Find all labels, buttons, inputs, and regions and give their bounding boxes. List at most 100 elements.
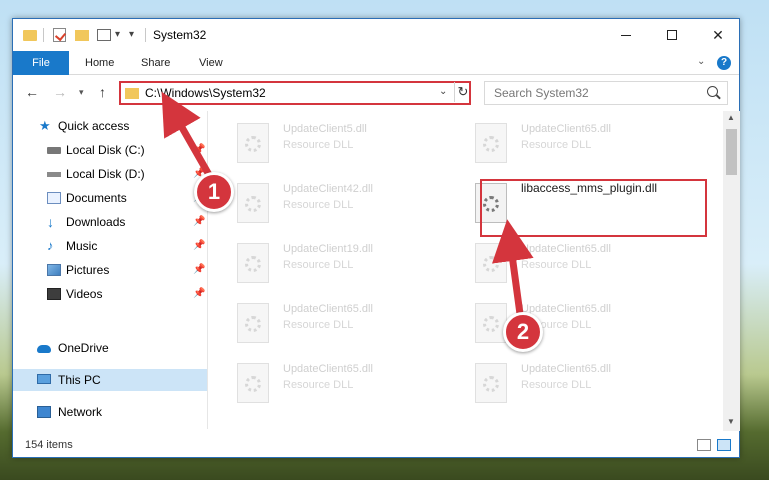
sidebar-item-label: Music	[66, 239, 98, 253]
tab-home[interactable]: Home	[73, 51, 126, 75]
sidebar-item-label: Quick access	[58, 119, 130, 133]
up-arrow-icon[interactable]: ↑	[99, 84, 106, 100]
dll-file-icon	[237, 363, 269, 403]
list-item[interactable]: UpdateClient65.dll Resource DLL	[459, 239, 689, 299]
tiles-view-icon[interactable]	[717, 439, 731, 451]
pin-icon[interactable]: 📌	[193, 235, 205, 257]
search-icon	[707, 86, 718, 97]
disk-icon	[47, 147, 61, 154]
file-name: UpdateClient42.dll	[283, 183, 373, 195]
computer-icon	[37, 374, 51, 384]
gear-icon	[483, 376, 499, 392]
folder-icon	[23, 30, 37, 41]
maximize-button[interactable]	[649, 19, 695, 51]
star-icon: ★	[39, 118, 51, 133]
scroll-up-icon[interactable]: ▲	[727, 113, 735, 122]
customize-toolbar-icon[interactable]: ▾	[129, 29, 134, 40]
explorer-window: ▾ ▾ System32 ✕ File Home Share View ⌄ ? …	[12, 18, 740, 458]
view-options-icon[interactable]	[97, 29, 111, 41]
search-input[interactable]: Search System32	[484, 81, 728, 105]
pin-icon[interactable]: 📌	[193, 259, 205, 281]
back-arrow-icon[interactable]: ←	[25, 84, 39, 100]
gear-icon	[245, 196, 261, 212]
title-bar[interactable]: ▾ ▾ System32 ✕	[13, 19, 739, 51]
list-item[interactable]: UpdateClient65.dll Resource DLL	[459, 299, 689, 359]
gear-icon	[483, 316, 499, 332]
search-placeholder: Search System32	[494, 86, 589, 100]
file-name: UpdateClient19.dll	[283, 243, 373, 255]
sidebar-item-onedrive[interactable]: OneDrive	[13, 337, 207, 359]
dll-file-icon	[237, 303, 269, 343]
scroll-thumb[interactable]	[726, 129, 737, 175]
status-bar: 154 items	[13, 433, 739, 457]
close-icon: ✕	[712, 26, 724, 43]
list-item[interactable]: UpdateClient5.dll Resource DLL	[221, 119, 451, 179]
chevron-down-icon[interactable]: ⌄	[439, 86, 447, 97]
pane-divider	[207, 111, 208, 429]
address-path[interactable]: C:\Windows\System32	[145, 86, 266, 100]
gear-icon	[245, 256, 261, 272]
list-item[interactable]: UpdateClient65.dll Resource DLL	[459, 119, 689, 179]
list-item[interactable]: UpdateClient65.dll Resource DLL	[221, 299, 451, 359]
close-button[interactable]: ✕	[695, 19, 741, 51]
tab-file[interactable]: File	[13, 51, 69, 75]
gear-icon	[245, 376, 261, 392]
help-icon[interactable]: ?	[717, 56, 731, 70]
tab-view[interactable]: View	[187, 51, 235, 75]
file-type: Resource DLL	[283, 319, 354, 331]
sidebar-item-network[interactable]: Network	[13, 401, 207, 423]
minimize-button[interactable]	[603, 19, 649, 51]
pin-icon[interactable]: 📌	[193, 211, 205, 233]
dll-file-icon	[475, 363, 507, 403]
file-type: Resource DLL	[521, 139, 592, 151]
refresh-icon[interactable]: ↻	[454, 82, 471, 102]
sidebar-item-label: Local Disk (D:)	[66, 167, 145, 181]
list-item[interactable]: UpdateClient42.dll Resource DLL	[221, 179, 451, 239]
sidebar-item-local-disk-d[interactable]: Local Disk (D:) 📌	[13, 163, 207, 185]
step-1-badge: 1	[194, 172, 234, 212]
sidebar-item-music[interactable]: ♪ Music 📌	[13, 235, 207, 257]
sidebar-item-downloads[interactable]: ↓ Downloads 📌	[13, 211, 207, 233]
expand-ribbon-icon[interactable]: ⌄	[697, 56, 705, 67]
tab-share[interactable]: Share	[129, 51, 182, 75]
step-2-badge: 2	[503, 312, 543, 352]
sidebar-item-quick-access[interactable]: ★ Quick access	[13, 115, 207, 137]
file-name: UpdateClient5.dll	[283, 123, 367, 135]
dll-file-icon	[475, 303, 507, 343]
file-name: UpdateClient65.dll	[521, 243, 611, 255]
videos-icon	[47, 288, 61, 300]
sidebar-item-pictures[interactable]: Pictures 📌	[13, 259, 207, 281]
properties-icon[interactable]	[53, 28, 66, 42]
file-name: UpdateClient65.dll	[521, 363, 611, 375]
dll-file-icon	[237, 243, 269, 283]
vertical-scrollbar[interactable]: ▲ ▼	[723, 111, 740, 431]
pin-icon[interactable]: 📌	[193, 283, 205, 305]
maximize-icon	[667, 30, 677, 40]
highlight-box	[480, 179, 707, 237]
chevron-down-icon[interactable]: ▾	[115, 29, 120, 40]
list-item[interactable]: UpdateClient19.dll Resource DLL	[221, 239, 451, 299]
list-item[interactable]: UpdateClient65.dll Resource DLL	[221, 359, 451, 419]
recent-locations-icon[interactable]: ▾	[79, 87, 84, 98]
file-type: Resource DLL	[521, 259, 592, 271]
address-bar[interactable]: C:\Windows\System32 ⌄ ↻	[119, 81, 471, 105]
pin-icon[interactable]: 📌	[193, 139, 205, 161]
sidebar-item-videos[interactable]: Videos 📌	[13, 283, 207, 305]
cloud-icon	[37, 345, 51, 353]
sidebar-item-label: OneDrive	[58, 341, 109, 355]
sidebar-item-documents[interactable]: Documents 📌	[13, 187, 207, 209]
sidebar-item-label: Pictures	[66, 263, 110, 277]
sidebar-item-local-disk-c[interactable]: Local Disk (C:) 📌	[13, 139, 207, 161]
scroll-down-icon[interactable]: ▼	[727, 417, 735, 426]
music-icon: ♪	[47, 238, 54, 253]
new-folder-icon[interactable]	[75, 30, 89, 41]
file-type: Resource DLL	[283, 379, 354, 391]
sidebar-item-this-pc[interactable]: This PC	[13, 369, 207, 391]
list-item[interactable]: UpdateClient65.dll Resource DLL	[459, 359, 689, 419]
documents-icon	[47, 192, 61, 204]
navigation-row: ← → ▾ ↑ C:\Windows\System32 ⌄ ↻ Search S…	[13, 76, 739, 110]
details-view-icon[interactable]	[697, 439, 711, 451]
forward-arrow-icon[interactable]: →	[53, 84, 67, 100]
file-type: Resource DLL	[283, 259, 354, 271]
disk-icon	[47, 172, 61, 177]
